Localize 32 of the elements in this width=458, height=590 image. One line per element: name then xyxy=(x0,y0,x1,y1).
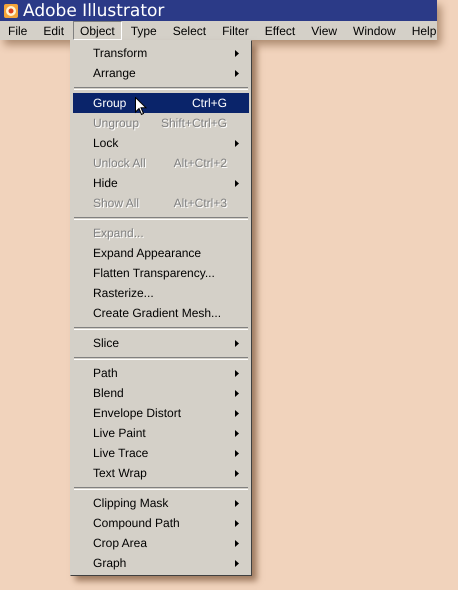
menu-item[interactable]: Path xyxy=(73,363,249,383)
menu-item[interactable]: Flatten Transparency... xyxy=(73,263,249,283)
menu-bar-item[interactable]: Help xyxy=(404,21,444,40)
menu-item[interactable]: Hide xyxy=(73,173,249,193)
mouse-pointer-icon xyxy=(135,97,147,116)
menu-bar-item[interactable]: File xyxy=(1,21,34,40)
menu-bar-item[interactable]: Window xyxy=(346,21,403,40)
menu-item[interactable]: Envelope Distort xyxy=(73,403,249,423)
menu-item[interactable]: Compound Path xyxy=(73,513,249,533)
menu-bar-item[interactable]: Type xyxy=(124,21,164,40)
menu-bar-item[interactable]: View xyxy=(304,21,344,40)
menu-item[interactable]: Text Wrap xyxy=(73,463,249,483)
menu-item[interactable]: Live Paint xyxy=(73,423,249,443)
menu-item[interactable]: Create Gradient Mesh... xyxy=(73,303,249,323)
menu-item[interactable]: Blend xyxy=(73,383,249,403)
menu-bar-item[interactable]: Filter xyxy=(215,21,256,40)
menu-item[interactable]: Group Ctrl+G xyxy=(73,93,249,113)
menu-item[interactable]: Crop Area xyxy=(73,533,249,553)
menu-item[interactable]: Expand Appearance xyxy=(73,243,249,263)
menu-bar-item[interactable]: Effect xyxy=(258,21,302,40)
menu-bar-item[interactable]: Edit xyxy=(36,21,72,40)
menu-item[interactable]: Rasterize... xyxy=(73,283,249,303)
menu-item[interactable]: Graph xyxy=(73,553,249,573)
window-title: Adobe Illustrator xyxy=(23,0,164,20)
menu-item[interactable]: Arrange xyxy=(73,63,249,83)
menu-item[interactable]: Lock xyxy=(73,133,249,153)
menu-item[interactable]: Transform xyxy=(73,43,249,63)
menu-bar-item[interactable]: Select xyxy=(166,21,214,40)
menu-bar-item[interactable]: Object xyxy=(73,21,122,40)
menu-item[interactable]: Slice xyxy=(73,333,249,353)
menu-item[interactable]: Clipping Mask xyxy=(73,493,249,513)
menu-item[interactable]: Live Trace xyxy=(73,443,249,463)
